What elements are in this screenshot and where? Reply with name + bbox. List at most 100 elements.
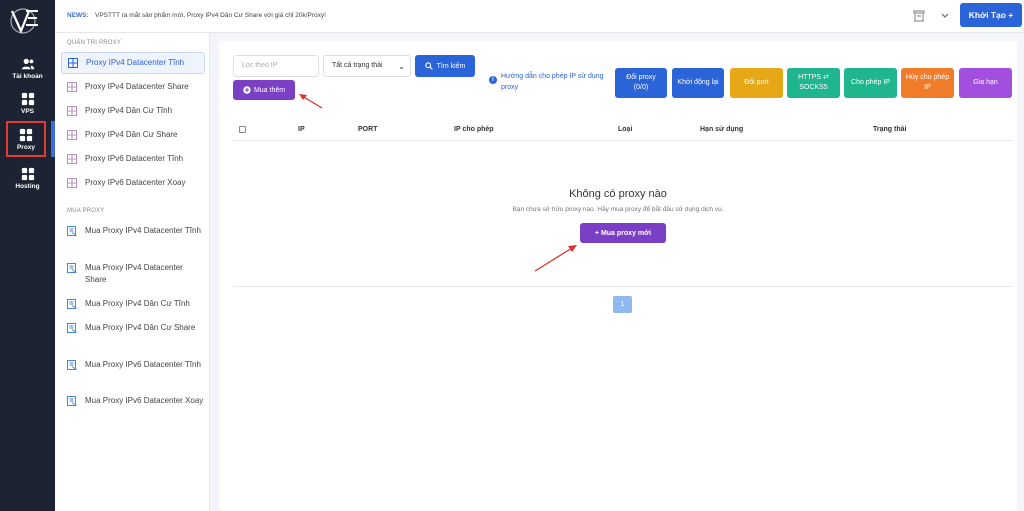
proxy-grid-icon [68, 58, 78, 68]
proxy-grid-icon [67, 106, 77, 116]
allow-ip-button[interactable]: Cho phép IP [844, 68, 897, 98]
renew-button[interactable]: Gia hạn [959, 68, 1012, 98]
status-select-value: Tất cả trạng thái [332, 62, 383, 69]
proxy-grid-icon [67, 154, 77, 164]
cart-document-icon [67, 226, 77, 236]
buy-new-proxy-button[interactable]: + Mua proxy mới [580, 223, 666, 243]
search-button-label: Tìm kiếm [436, 62, 466, 70]
sidebar-item-label: Proxy IPv4 Dân Cư Share [85, 130, 178, 139]
sidebar-item-ipv6-dc-rotate[interactable]: Proxy IPv6 Datacenter Xoay [61, 177, 205, 189]
top-bar: NEWS: VPSTTT ra mắt sản phẩm mới, Proxy … [55, 0, 1024, 33]
section-title-manage: QUẢN TRỊ PROXY [67, 40, 122, 46]
sidebar: QUẢN TRỊ PROXY Proxy IPv4 Datacenter Tĩn… [55, 33, 210, 511]
sidebar-item-label: Proxy IPv4 Dân Cư Tĩnh [85, 106, 173, 115]
grid-icon [19, 128, 33, 141]
sidebar-item-label: Proxy IPv4 Datacenter Share [85, 82, 189, 91]
proxy-grid-icon [67, 130, 77, 140]
sidebar-item-buy-ipv4-res-share[interactable]: Mua Proxy IPv4 Dân Cư Share [61, 322, 205, 334]
search-icon [424, 62, 433, 70]
change-proxy-button[interactable]: Đổi proxy (0/0) [615, 68, 667, 98]
sidebar-item-label: Mua Proxy IPv4 Dân Cư Share [85, 323, 196, 332]
sidebar-item-label: Mua Proxy IPv4 Datacenter Tĩnh [85, 226, 201, 235]
protocol-toggle-button[interactable]: HTTPS ⇄ SOCKS5 [787, 68, 840, 98]
cart-document-icon [67, 323, 77, 333]
sidebar-item-ipv4-dc-static[interactable]: Proxy IPv4 Datacenter Tĩnh [61, 52, 205, 74]
select-all-checkbox[interactable] [239, 126, 246, 133]
news-ticker[interactable]: VPSTTT ra mắt sản phẩm mới, Proxy IPv4 D… [95, 12, 326, 19]
col-ip[interactable]: IP [298, 126, 305, 133]
chevron-down-icon[interactable] [938, 9, 952, 23]
sidebar-item-label: Mua Proxy IPv4 Datacenter Share [85, 263, 183, 284]
protocol-toggle-label: HTTPS ⇄ SOCKS5 [798, 74, 829, 91]
rail-item-proxy[interactable]: Proxy [6, 121, 46, 157]
restart-button[interactable]: Khởi động lại [672, 68, 724, 98]
ip-guide-text: Hướng dẫn cho phép IP sử dụng proxy [501, 73, 604, 91]
brand-logo-icon[interactable] [9, 7, 41, 35]
proxy-grid-icon [67, 178, 77, 188]
buy-more-button[interactable]: Mua thêm [233, 80, 295, 100]
grid-icon [21, 167, 34, 180]
renew-label: Gia hạn [973, 79, 998, 86]
sidebar-item-buy-ipv4-dc-share[interactable]: Mua Proxy IPv4 Datacenter Share [61, 262, 205, 286]
pagination-current[interactable]: 1 [613, 296, 632, 313]
cart-document-icon [67, 263, 77, 273]
sidebar-item-label: Mua Proxy IPv6 Datacenter Tĩnh [85, 360, 201, 369]
rail-item-hosting[interactable]: Hosting [0, 160, 55, 196]
col-type[interactable]: Loại [618, 126, 632, 133]
sidebar-item-ipv4-dc-share[interactable]: Proxy IPv4 Datacenter Share [61, 81, 205, 93]
sidebar-item-label: Mua Proxy IPv6 Datacenter Xoay [85, 396, 204, 405]
rail-item-account[interactable]: Tài khoản [0, 50, 55, 86]
table-header: IP PORT IP cho phép Loại Hạn sử dụng Trạ… [233, 121, 1012, 141]
chevron-down-icon: ⌄ [398, 62, 405, 71]
sidebar-item-label: Proxy IPv6 Datacenter Xoay [85, 178, 186, 187]
col-status[interactable]: Trạng thái [873, 126, 906, 133]
ip-guide-link[interactable]: i Hướng dẫn cho phép IP sử dụng proxy [489, 71, 604, 93]
sidebar-item-buy-ipv4-dc-static[interactable]: Mua Proxy IPv4 Datacenter Tĩnh [61, 225, 205, 237]
section-title-buy: MUA PROXY [67, 208, 105, 214]
col-port[interactable]: PORT [358, 126, 377, 133]
rail-label-vps: VPS [20, 107, 34, 115]
table-footer-divider [233, 286, 1012, 287]
col-allowed-ip[interactable]: IP cho phép [454, 126, 494, 133]
sidebar-item-ipv4-res-share[interactable]: Proxy IPv4 Dân Cư Share [61, 129, 205, 141]
plus-circle-icon [243, 86, 251, 94]
sidebar-item-label: Mua Proxy IPv4 Dân Cư Tĩnh [85, 299, 190, 308]
proxy-grid-icon [67, 82, 77, 92]
rail-label-account: Tài khoản [12, 72, 43, 80]
col-expiry[interactable]: Hạn sử dụng [700, 126, 743, 133]
revoke-ip-button[interactable]: Hủy cho phép IP [901, 68, 954, 98]
users-icon [21, 58, 34, 69]
rail-label-proxy: Proxy [16, 143, 36, 151]
ip-filter-input[interactable]: Lọc theo IP [233, 55, 319, 77]
search-button[interactable]: Tìm kiếm [415, 55, 475, 77]
create-button[interactable]: Khởi Tạo + [960, 3, 1022, 27]
main-panel: Lọc theo IP Tất cả trạng thái ⌄ Tìm kiếm… [219, 41, 1017, 511]
news-label: NEWS: [67, 12, 89, 19]
cart-document-icon [67, 360, 77, 370]
empty-state-title: Không có proxy nào [569, 188, 667, 200]
sidebar-item-ipv6-dc-static[interactable]: Proxy IPv6 Datacenter Tĩnh [61, 153, 205, 165]
sidebar-item-buy-ipv6-dc-rotate[interactable]: Mua Proxy IPv6 Datacenter Xoay [61, 395, 205, 407]
store-icon[interactable] [912, 9, 926, 23]
sidebar-item-label: Proxy IPv6 Datacenter Tĩnh [85, 154, 184, 163]
left-rail: Tài khoản VPS Proxy Hosting [0, 0, 55, 511]
change-proxy-label: Đổi proxy (0/0) [626, 74, 656, 91]
cart-document-icon [67, 299, 77, 309]
sidebar-item-buy-ipv4-res-static[interactable]: Mua Proxy IPv4 Dân Cư Tĩnh [61, 298, 205, 310]
restart-label: Khởi động lại [677, 79, 719, 86]
revoke-ip-label: Hủy cho phép IP [905, 74, 950, 91]
change-port-button[interactable]: Đổi port [730, 68, 783, 98]
sidebar-item-label: Proxy IPv4 Datacenter Tĩnh [86, 58, 185, 67]
status-select[interactable]: Tất cả trạng thái ⌄ [323, 55, 411, 77]
grid-icon [21, 92, 34, 105]
buy-more-label: Mua thêm [253, 86, 286, 94]
empty-state-subtitle: Bạn chưa sở hữu proxy nào. Hãy mua proxy… [512, 206, 724, 213]
sidebar-item-ipv4-res-static[interactable]: Proxy IPv4 Dân Cư Tĩnh [61, 105, 205, 117]
change-port-label: Đổi port [744, 79, 769, 86]
rail-item-vps[interactable]: VPS [0, 85, 55, 121]
sidebar-item-buy-ipv6-dc-static[interactable]: Mua Proxy IPv6 Datacenter Tĩnh [61, 359, 205, 371]
cart-document-icon [67, 396, 77, 406]
allow-ip-label: Cho phép IP [851, 79, 890, 86]
info-icon: i [489, 76, 497, 84]
rail-label-hosting: Hosting [15, 182, 40, 190]
